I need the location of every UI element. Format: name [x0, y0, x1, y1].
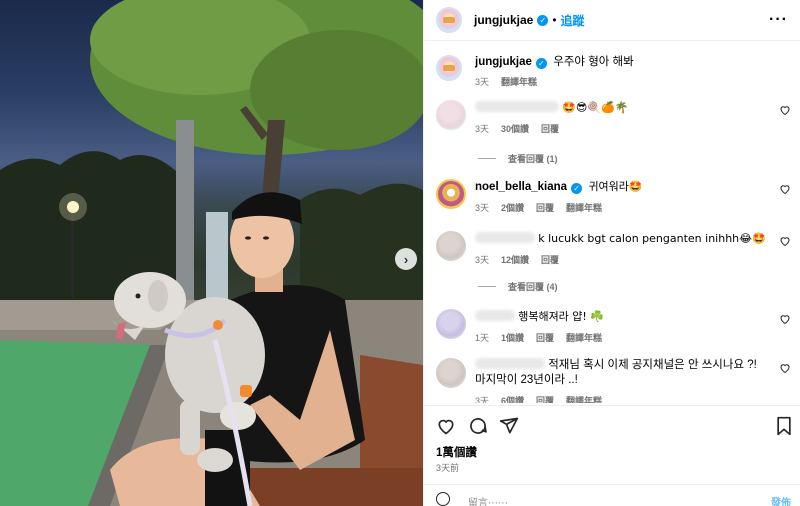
verified-icon: ✓ — [535, 58, 547, 69]
reply-button[interactable]: 回覆 — [541, 253, 559, 268]
blurred-username — [475, 310, 515, 321]
view-replies-label: 查看回覆 (1) — [508, 154, 558, 164]
next-image-button[interactable]: › — [395, 248, 417, 270]
reply-button[interactable]: 回覆 — [536, 394, 554, 403]
comment-likes[interactable]: 12個讚 — [501, 253, 529, 268]
translate-button[interactable]: 翻譯年糕 — [566, 201, 602, 216]
post-button[interactable]: 發佈 — [771, 494, 791, 506]
comment-list[interactable]: jungjukjae ✓ 우주야 형아 해봐 3天 翻譯年糕 🤩😎🍭🍊🌴 3天 3… — [424, 42, 800, 403]
avatar[interactable] — [436, 7, 462, 33]
comment-input[interactable]: 留言⋯⋯ — [468, 494, 508, 506]
comment-item: 행복해져라 얍! ☘️ 1天 1個讚 回覆 翻譯年糕 — [436, 309, 791, 349]
comment-likes[interactable]: 2個讚 — [501, 201, 524, 216]
author-username[interactable]: jungjukjae — [474, 13, 533, 27]
comment-time[interactable]: 3天 — [475, 122, 489, 137]
verified-icon: ✓ — [537, 14, 549, 26]
comment-time[interactable]: 3天 — [475, 253, 489, 268]
avatar[interactable] — [436, 179, 466, 209]
avatar[interactable] — [436, 231, 466, 261]
comment-text: k lucukk bgt calon penganten inihhh😂🤩 — [538, 232, 766, 245]
blurred-username — [475, 101, 559, 112]
comment-text: 🤩😎🍭🍊🌴 — [562, 101, 629, 114]
view-replies-button[interactable]: 查看回覆 (4) — [478, 280, 558, 293]
heart-icon[interactable] — [779, 313, 791, 325]
avatar[interactable] — [436, 100, 466, 130]
comment-likes[interactable]: 6個讚 — [501, 394, 524, 403]
like-count[interactable]: 1萬個讚 — [436, 444, 477, 460]
caption-time[interactable]: 3天 — [475, 75, 489, 90]
bookmark-icon[interactable] — [775, 416, 793, 436]
comment-item: 🤩😎🍭🍊🌴 3天 30個讚 回覆 — [436, 100, 791, 140]
comment-item: 적재님 혹시 이제 공지채널은 안 쓰시나요 ?! 마지막이 23년이라 ..!… — [436, 358, 791, 403]
post-photo: › — [0, 0, 423, 506]
heart-icon[interactable] — [779, 235, 791, 247]
comment-item: k lucukk bgt calon penganten inihhh😂🤩 3天… — [436, 231, 791, 271]
action-bar — [424, 405, 800, 441]
comment-username[interactable]: noel_bella_kiana — [475, 181, 567, 193]
caption: jungjukjae ✓ 우주야 형아 해봐 3天 翻譯年糕 — [436, 55, 791, 95]
reply-button[interactable]: 回覆 — [541, 122, 559, 137]
more-icon[interactable]: ··· — [769, 11, 788, 29]
photo-scene — [0, 0, 423, 506]
post-sidebar: jungjukjae ✓ • 追蹤 ··· jungjukjae ✓ 우주야 형아… — [423, 0, 800, 506]
reply-button[interactable]: 回覆 — [536, 331, 554, 346]
avatar[interactable] — [436, 309, 466, 339]
replies-divider — [478, 286, 496, 287]
heart-icon[interactable] — [779, 362, 791, 374]
comment-time[interactable]: 1天 — [475, 331, 489, 346]
heart-icon[interactable] — [779, 183, 791, 195]
caption-username[interactable]: jungjukjae — [475, 56, 532, 68]
replies-divider — [478, 158, 496, 159]
avatar[interactable] — [436, 55, 462, 81]
comment-time[interactable]: 3天 — [475, 201, 489, 216]
translate-button[interactable]: 翻譯年糕 — [566, 331, 602, 346]
heart-icon[interactable] — [779, 104, 791, 116]
blurred-username — [475, 358, 545, 369]
post-header: jungjukjae ✓ • 追蹤 ··· — [424, 0, 800, 41]
blurred-username — [475, 232, 535, 243]
post-date: 3天前 — [436, 463, 460, 473]
comment-likes[interactable]: 30個讚 — [501, 122, 529, 137]
translate-button[interactable]: 翻譯年糕 — [566, 394, 602, 403]
comment-text: 행복해져라 얍! ☘️ — [518, 310, 605, 323]
comment-composer: 留言⋯⋯ 發佈 — [424, 484, 800, 506]
comment-icon[interactable] — [468, 416, 488, 436]
comment-text: 귀여워라🤩 — [588, 180, 643, 193]
avatar[interactable] — [436, 358, 466, 388]
heart-icon[interactable] — [436, 416, 456, 436]
view-replies-label: 查看回覆 (4) — [508, 282, 558, 292]
follow-button[interactable]: 追蹤 — [561, 12, 585, 29]
emoji-icon[interactable] — [436, 492, 450, 506]
share-icon[interactable] — [499, 416, 519, 436]
separator-dot: • — [552, 13, 557, 27]
comment-item: noel_bella_kiana ✓ 귀여워라🤩 3天 2個讚 回覆 翻譯年糕 — [436, 179, 791, 219]
verified-icon: ✓ — [571, 183, 583, 194]
view-replies-button[interactable]: 查看回覆 (1) — [478, 152, 558, 165]
translate-button[interactable]: 翻譯年糕 — [501, 75, 537, 90]
chevron-right-icon: › — [403, 251, 409, 267]
reply-button[interactable]: 回覆 — [536, 201, 554, 216]
comment-time[interactable]: 3天 — [475, 394, 489, 403]
caption-text: 우주야 형아 해봐 — [553, 56, 634, 68]
comment-likes[interactable]: 1個讚 — [501, 331, 524, 346]
